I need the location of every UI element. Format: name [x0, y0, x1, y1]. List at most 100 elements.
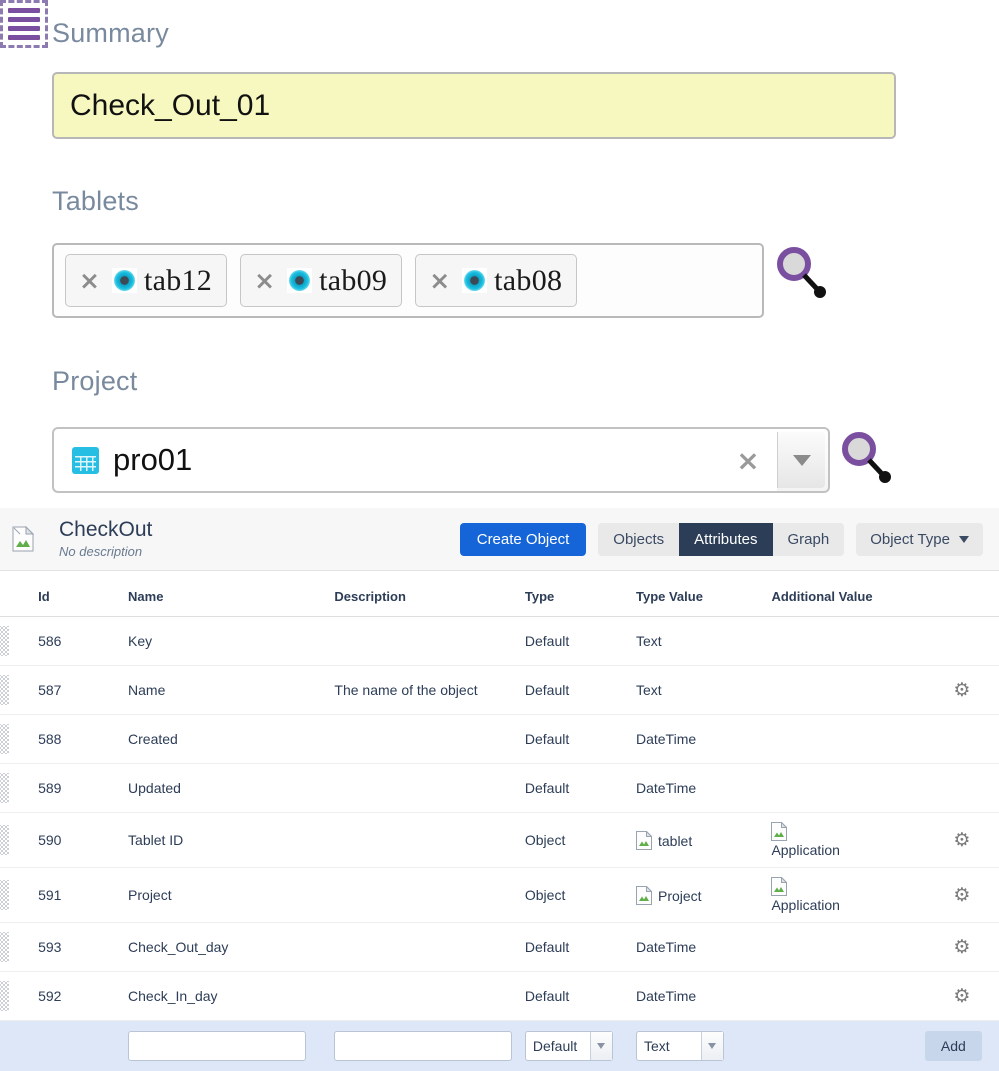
row-additional-value-cell [771, 665, 925, 715]
tablets-list-icon[interactable] [0, 0, 48, 48]
row-name: Tablet ID [128, 812, 335, 869]
table-row[interactable]: 592 Check_In_day Default DateTime ⚙ [0, 971, 999, 1022]
drag-handle[interactable] [0, 724, 9, 754]
add-row-desc-cell [334, 1020, 525, 1071]
row-id: 587 [38, 665, 129, 715]
project-value-wrap[interactable]: pro01 [54, 429, 719, 491]
row-name: Key [128, 616, 335, 666]
project-field[interactable]: pro01 × [52, 427, 830, 493]
gear-icon[interactable]: ⚙ [953, 986, 970, 1007]
tablets-search-icon[interactable] [775, 245, 829, 303]
tablet-token-label: tab09 [319, 263, 388, 297]
row-settings-cell [924, 714, 999, 764]
drag-handle[interactable] [0, 773, 9, 803]
object-type-dropdown[interactable]: Object Type [856, 522, 983, 556]
row-description [334, 763, 525, 813]
table-row[interactable]: 590 Tablet ID Object tablet Application ⚙ [0, 812, 999, 869]
project-value: pro01 [113, 442, 193, 477]
add-attribute-button[interactable]: Add [924, 1031, 982, 1062]
col-description: Description [334, 571, 525, 617]
table-row[interactable]: 593 Check_Out_day Default DateTime ⚙ [0, 922, 999, 973]
add-attribute-row: Default Text Add [0, 1020, 999, 1071]
table-row[interactable]: 587 Name The name of the object Default Text… [0, 665, 999, 715]
broken-image-icon [635, 885, 652, 905]
tablet-token[interactable]: × tab08 [415, 254, 578, 307]
add-row-type-cell: Default [524, 1020, 636, 1071]
row-description: The name of the object [334, 665, 525, 715]
row-additional-value: Application [771, 842, 840, 858]
tab-graph[interactable]: Graph [772, 522, 845, 556]
project-clear-icon[interactable]: × [719, 429, 777, 491]
add-row-id [38, 1020, 129, 1071]
drag-handle[interactable] [0, 626, 9, 656]
gear-icon[interactable]: ⚙ [953, 937, 970, 958]
row-name: Check_Out_day [128, 922, 335, 973]
row-type-value-cell: Text [635, 665, 772, 715]
row-type: Default [524, 665, 636, 715]
row-additional-value-cell: Application [771, 812, 925, 869]
attributes-table: Id Name Description Type Type Value Addi… [0, 571, 999, 1071]
new-attribute-typevalue-select[interactable]: Text [635, 1031, 724, 1062]
tablet-token[interactable]: × tab12 [65, 254, 228, 307]
tablets-token-field[interactable]: × tab12 × tab09 × tab08 [52, 243, 764, 318]
row-description [334, 616, 525, 666]
gear-icon[interactable]: ⚙ [953, 830, 970, 851]
drag-handle[interactable] [0, 880, 9, 911]
table-row[interactable]: 591 Project Object Project Application ⚙ [0, 867, 999, 924]
create-object-button[interactable]: Create Object [459, 522, 587, 556]
broken-image-icon [771, 822, 788, 841]
table-header: Id Name Description Type Type Value Addi… [0, 571, 999, 617]
row-type-value-cell: Project [635, 867, 772, 924]
row-name: Updated [128, 763, 335, 813]
drag-handle[interactable] [0, 932, 9, 963]
tab-objects[interactable]: Objects [598, 522, 680, 556]
row-type-value: DateTime [635, 939, 697, 956]
drag-handle[interactable] [0, 675, 9, 705]
chevron-down-icon [700, 1032, 723, 1061]
remove-tablet-icon[interactable]: × [424, 268, 455, 293]
table-row[interactable]: 586 Key Default Text [0, 616, 999, 666]
row-handle-cell [0, 922, 39, 973]
new-attribute-name-input[interactable] [128, 1031, 307, 1062]
gear-icon[interactable]: ⚙ [953, 680, 970, 701]
row-id: 586 [38, 616, 129, 666]
project-dropdown-icon[interactable] [777, 432, 825, 488]
drag-handle[interactable] [0, 825, 9, 856]
row-type: Default [524, 714, 636, 764]
row-id: 588 [38, 714, 129, 764]
row-type-value-cell: DateTime [635, 971, 772, 1022]
new-attribute-description-input[interactable] [334, 1031, 513, 1062]
row-id: 589 [38, 763, 129, 813]
broken-image-icon [12, 526, 34, 552]
row-additional-value-cell [771, 616, 925, 666]
row-type-value: Text [635, 682, 662, 698]
table-row[interactable]: 589 Updated Default DateTime [0, 763, 999, 813]
col-additional-value: Additional Value [771, 571, 999, 617]
row-settings-cell: ⚙ [924, 812, 999, 869]
project-search-icon[interactable] [840, 430, 894, 488]
row-name: Name [128, 665, 335, 715]
tab-attributes[interactable]: Attributes [679, 522, 773, 556]
add-row-name-cell [128, 1020, 335, 1071]
row-id: 592 [38, 971, 129, 1022]
attributes-panel: CheckOut No description Create Object Ob… [0, 508, 999, 1071]
row-type-value: DateTime [635, 731, 697, 747]
new-attribute-typevalue-value: Text [643, 1038, 670, 1055]
remove-tablet-icon[interactable]: × [74, 268, 105, 293]
tablet-token[interactable]: × tab09 [240, 254, 403, 307]
row-description [334, 812, 525, 869]
add-row-typevalue-cell: Text [635, 1020, 772, 1071]
drag-handle[interactable] [0, 981, 9, 1012]
summary-input[interactable] [52, 72, 896, 139]
row-id: 591 [38, 867, 129, 924]
new-attribute-type-select[interactable]: Default [524, 1031, 613, 1062]
row-additional-value-cell [771, 922, 925, 973]
list-line [8, 26, 40, 31]
gear-icon[interactable]: ⚙ [953, 885, 970, 906]
row-handle-cell [0, 616, 39, 666]
row-description [334, 714, 525, 764]
col-id: Id [38, 571, 129, 617]
row-additional-value-cell [771, 971, 925, 1022]
table-row[interactable]: 588 Created Default DateTime [0, 714, 999, 764]
remove-tablet-icon[interactable]: × [249, 268, 280, 293]
